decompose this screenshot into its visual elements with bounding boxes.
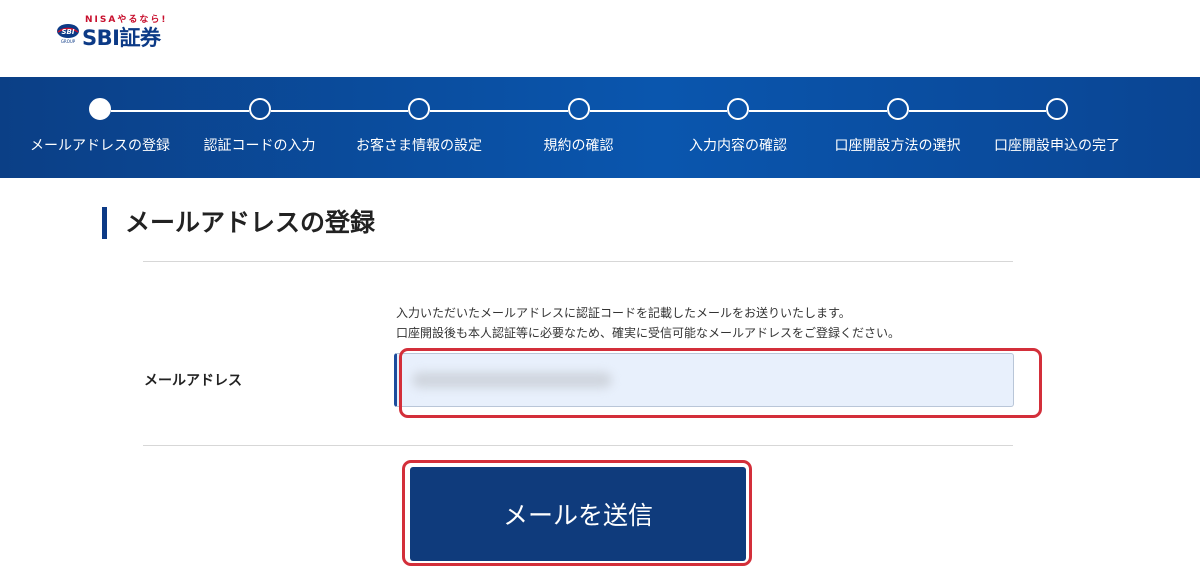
step-circle-1 bbox=[89, 98, 111, 120]
step-label-1: メールアドレスの登録 bbox=[30, 138, 170, 154]
step-label-3: お客さま情報の設定 bbox=[356, 138, 482, 154]
sbi-group-badge-icon: SBI GROUP bbox=[57, 24, 79, 44]
form-description-line2: 口座開設後も本人認証等に必要なため、確実に受信可能なメールアドレスをご登録くださ… bbox=[396, 326, 901, 340]
progress-stepper bbox=[0, 77, 1200, 178]
step-label-4: 規約の確認 bbox=[543, 138, 614, 154]
send-email-button[interactable]: メールを送信 bbox=[410, 467, 746, 561]
divider-bottom bbox=[143, 445, 1013, 446]
form-description-line1: 入力いただいたメールアドレスに認証コードを記載したメールをお送りいたします。 bbox=[396, 306, 851, 320]
logo-brand-name: SBI証券 bbox=[82, 26, 161, 50]
step-connector bbox=[908, 110, 1046, 112]
step-connector bbox=[270, 110, 408, 112]
page-title: メールアドレスの登録 bbox=[102, 207, 375, 239]
step-circle-7 bbox=[1046, 98, 1068, 120]
step-connector bbox=[430, 110, 568, 112]
email-input-highlight bbox=[399, 348, 1042, 418]
step-label-6: 口座開設方法の選択 bbox=[834, 138, 961, 154]
step-circle-4 bbox=[567, 98, 590, 120]
divider-top bbox=[143, 261, 1013, 262]
step-label-2: 認証コードの入力 bbox=[203, 138, 316, 154]
svg-text:GROUP: GROUP bbox=[61, 39, 76, 44]
step-connector bbox=[589, 110, 727, 112]
step-connector bbox=[749, 110, 887, 112]
step-circle-5 bbox=[727, 98, 749, 120]
step-circle-6 bbox=[886, 98, 909, 120]
svg-text:SBI: SBI bbox=[62, 28, 75, 36]
step-label-5: 入力内容の確認 bbox=[689, 138, 787, 154]
step-label-7: 口座開設申込の完了 bbox=[994, 138, 1120, 154]
email-label: メールアドレス bbox=[144, 373, 242, 389]
step-connector bbox=[111, 110, 249, 112]
step-circle-2 bbox=[248, 98, 271, 120]
step-circle-3 bbox=[408, 98, 430, 120]
sbi-logo[interactable]: NISAやるなら! SBI GROUP SBI証券 bbox=[56, 12, 186, 52]
